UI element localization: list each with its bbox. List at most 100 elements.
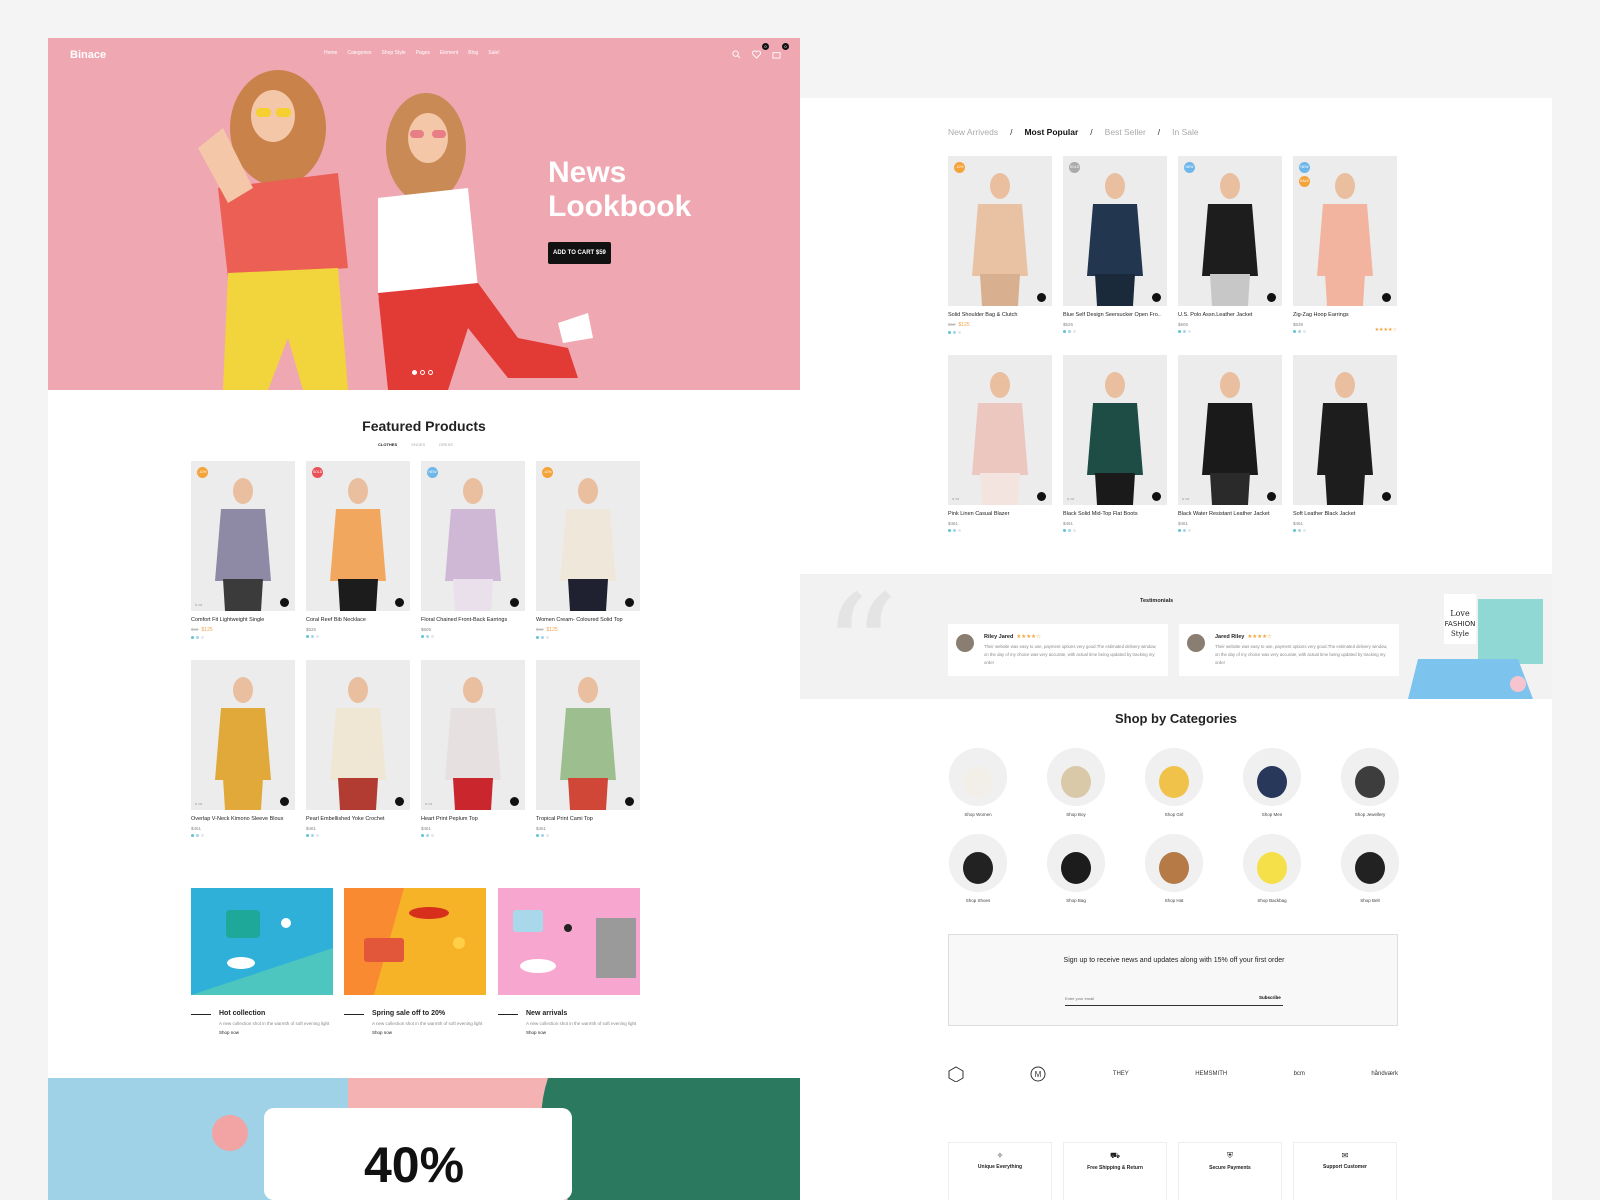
nav-shop-style[interactable]: Shop Style <box>382 50 406 56</box>
color-swatch[interactable] <box>431 635 434 638</box>
product-image[interactable]: S / M <box>191 660 295 810</box>
product-image[interactable] <box>536 660 640 810</box>
category-label[interactable]: Shop Bag <box>1036 898 1116 903</box>
category-label[interactable]: Shop Girl <box>1134 812 1214 817</box>
color-swatch[interactable] <box>541 636 544 639</box>
slide-dot[interactable] <box>428 370 433 375</box>
circle-m-logo-icon[interactable]: M <box>1030 1066 1046 1082</box>
product-image[interactable]: -10% <box>948 156 1052 306</box>
color-swatch[interactable] <box>201 636 204 639</box>
color-swatch[interactable] <box>421 635 424 638</box>
tab-in-sale[interactable]: In Sale <box>1172 127 1198 137</box>
category-image[interactable] <box>949 834 1007 892</box>
category-image[interactable] <box>1243 748 1301 806</box>
product-card[interactable]: NEW U.S. Polo Assn.Leather Jacket $605 <box>1178 156 1282 333</box>
category-label[interactable]: Shop Men <box>1232 812 1312 817</box>
color-swatch[interactable] <box>316 635 319 638</box>
product-card[interactable]: Pearl Embellished Yoke Crochet $461 <box>306 660 410 837</box>
color-swatch[interactable] <box>536 834 539 837</box>
product-image[interactable]: S / M <box>1063 355 1167 505</box>
shop-now-link[interactable]: Shop now <box>344 1030 486 1035</box>
color-swatch[interactable] <box>1063 529 1066 532</box>
nav-blog[interactable]: Blog <box>468 50 478 56</box>
tab-shoes[interactable]: SHOES <box>411 442 425 447</box>
category-item[interactable]: Shop Girl <box>1134 748 1214 817</box>
add-to-cart-icon[interactable] <box>395 598 404 607</box>
category-label[interactable]: Shop Shoes <box>938 898 1018 903</box>
color-swatch[interactable] <box>1183 529 1186 532</box>
category-image[interactable] <box>949 748 1007 806</box>
color-swatch[interactable] <box>546 636 549 639</box>
nav-pages[interactable]: Pages <box>416 50 430 56</box>
add-to-cart-icon[interactable] <box>1037 492 1046 501</box>
color-swatch[interactable] <box>953 331 956 334</box>
color-swatch[interactable] <box>948 331 951 334</box>
category-image[interactable] <box>1341 748 1399 806</box>
category-label[interactable]: Shop Women <box>938 812 1018 817</box>
product-card[interactable]: SOLD Blue Self Design Seersucker Open Fro… <box>1063 156 1167 333</box>
category-label[interactable]: Shop Hat <box>1134 898 1214 903</box>
color-swatch[interactable] <box>1303 529 1306 532</box>
color-swatch[interactable] <box>546 834 549 837</box>
add-to-cart-icon[interactable] <box>395 797 404 806</box>
color-swatch[interactable] <box>536 636 539 639</box>
promo-hot-collection[interactable]: Hot collection A new collection shot in … <box>191 888 333 1035</box>
color-swatch[interactable] <box>1293 529 1296 532</box>
category-image[interactable] <box>1145 834 1203 892</box>
product-image[interactable]: -10% <box>536 461 640 611</box>
heart-icon[interactable]: 0 <box>752 43 769 59</box>
product-name[interactable]: Coral Reef Bib Necklace <box>306 617 410 623</box>
product-image[interactable]: NEW <box>421 461 525 611</box>
subscribe-button[interactable]: Subscribe <box>1259 995 1281 1000</box>
product-card[interactable]: Tropical Print Cami Top $461 <box>536 660 640 837</box>
product-card[interactable]: -10% Solid Shoulder Bag & Clutch $62 $125 <box>948 156 1052 334</box>
color-swatch[interactable] <box>1068 330 1071 333</box>
add-to-cart-icon[interactable] <box>280 598 289 607</box>
color-swatch[interactable] <box>431 834 434 837</box>
product-name[interactable]: Zig-Zag Hoop Earrings <box>1293 312 1397 318</box>
tab-new-arriveds[interactable]: New Arriveds <box>948 127 998 137</box>
color-swatch[interactable] <box>953 529 956 532</box>
nav-home[interactable]: Home <box>324 50 337 56</box>
color-swatch[interactable] <box>1188 529 1191 532</box>
product-name[interactable]: Overlap V-Neck Kimono Sleeve Blous <box>191 816 295 822</box>
product-image[interactable] <box>1293 355 1397 505</box>
product-image[interactable]: NEW <box>1178 156 1282 306</box>
color-swatch[interactable] <box>1073 330 1076 333</box>
product-card[interactable]: S / M Heart Print Peplum Top $461 <box>421 660 525 837</box>
nav-sale[interactable]: Sale! <box>488 50 499 56</box>
add-to-cart-icon[interactable] <box>625 797 634 806</box>
product-card[interactable]: -10% S / M Comfort Fit Lightweight Single $… <box>191 461 295 639</box>
add-to-cart-icon[interactable] <box>1267 492 1276 501</box>
color-swatch[interactable] <box>1068 529 1071 532</box>
category-item[interactable]: Shop Jewellery <box>1330 748 1410 817</box>
tab-best-seller[interactable]: Best Seller <box>1105 127 1146 137</box>
product-name[interactable]: Soft Leather Black Jacket <box>1293 511 1397 517</box>
product-name[interactable]: Pearl Embellished Yoke Crochet <box>306 816 410 822</box>
slide-dot[interactable] <box>412 370 417 375</box>
color-swatch[interactable] <box>311 834 314 837</box>
add-to-cart-icon[interactable] <box>1267 293 1276 302</box>
category-image[interactable] <box>1145 748 1203 806</box>
category-item[interactable]: Shop Belt <box>1330 834 1410 903</box>
product-name[interactable]: Floral Chained Front-Back Earrings <box>421 617 525 623</box>
color-swatch[interactable] <box>1178 330 1181 333</box>
add-to-cart-button[interactable]: ADD TO CART $59 <box>548 242 611 264</box>
color-swatch[interactable] <box>421 834 424 837</box>
hexagon-logo-icon[interactable] <box>948 1066 964 1082</box>
shop-now-link[interactable]: Shop now <box>498 1030 640 1035</box>
email-input[interactable] <box>1065 992 1283 1006</box>
product-name[interactable]: Black Water Resistant Leather Jacket <box>1178 511 1282 517</box>
product-name[interactable]: Heart Print Peplum Top <box>421 816 525 822</box>
product-card[interactable]: S / M Pink Linen Casual Blazer $461 <box>948 355 1052 532</box>
tab-dress[interactable]: DRESS <box>439 442 453 447</box>
product-name[interactable]: Women Cream- Coloured Solid Top <box>536 617 640 623</box>
category-item[interactable]: Shop Shoes <box>938 834 1018 903</box>
color-swatch[interactable] <box>1303 330 1306 333</box>
product-name[interactable]: Tropical Print Cami Top <box>536 816 640 822</box>
color-swatch[interactable] <box>306 635 309 638</box>
color-swatch[interactable] <box>958 529 961 532</box>
add-to-cart-icon[interactable] <box>510 797 519 806</box>
add-to-cart-icon[interactable] <box>1382 293 1391 302</box>
category-image[interactable] <box>1047 834 1105 892</box>
